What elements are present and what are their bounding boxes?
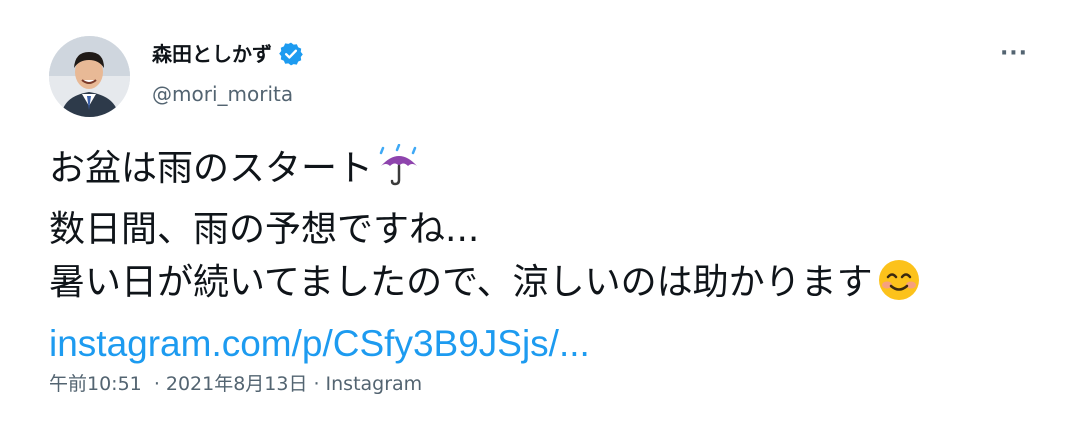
tweet-text: お盆は雨のスタート 数日間、雨の予想ですね... 暑い日が続いてましたので、涼し… (49, 142, 1049, 371)
tweet-line-text: 暑い日が続いてましたので、涼しいのは助かります (49, 262, 873, 303)
tweet-line-text: 数日間、雨の予想ですね... (49, 209, 480, 250)
tweet-line-2: 数日間、雨の予想ですね... (49, 203, 1049, 256)
umbrella-with-rain-icon (377, 143, 421, 203)
tweet-line-1: お盆は雨のスタート (49, 142, 1049, 203)
avatar-portrait (49, 36, 130, 117)
tweet-source[interactable]: Instagram (326, 373, 423, 395)
meta-separator: · (313, 373, 320, 395)
tweet-link-line: instagram.com/p/CSfy3B9JSjs/... (49, 317, 1049, 371)
more-options-button[interactable]: ··· (998, 40, 1030, 68)
author-name-row: 森田としかず (152, 40, 304, 68)
tweet-line-3: 暑い日が続いてましたので、涼しいのは助かります (49, 256, 1049, 317)
avatar[interactable] (49, 36, 130, 117)
tweet-card: 森田としかず @mori_morita ··· お盆は雨のスタート 数日間、雨の… (0, 0, 1074, 435)
tweet-metadata: 午前10:51 · 2021年8月13日 · Instagram (49, 370, 422, 398)
more-dots-icon: ··· (999, 41, 1029, 66)
display-name[interactable]: 森田としかず (152, 40, 272, 68)
tweet-line-text: お盆は雨のスタート (49, 148, 374, 189)
meta-separator: · (153, 373, 160, 395)
tweet-date[interactable]: 2021年8月13日 (166, 373, 308, 395)
user-handle[interactable]: @mori_morita (152, 80, 293, 108)
instagram-link[interactable]: instagram.com/p/CSfy3B9JSjs/... (49, 323, 590, 364)
tweet-time[interactable]: 午前10:51 (49, 373, 142, 395)
smiling-face-icon (877, 258, 921, 317)
verified-badge-icon (278, 41, 304, 67)
